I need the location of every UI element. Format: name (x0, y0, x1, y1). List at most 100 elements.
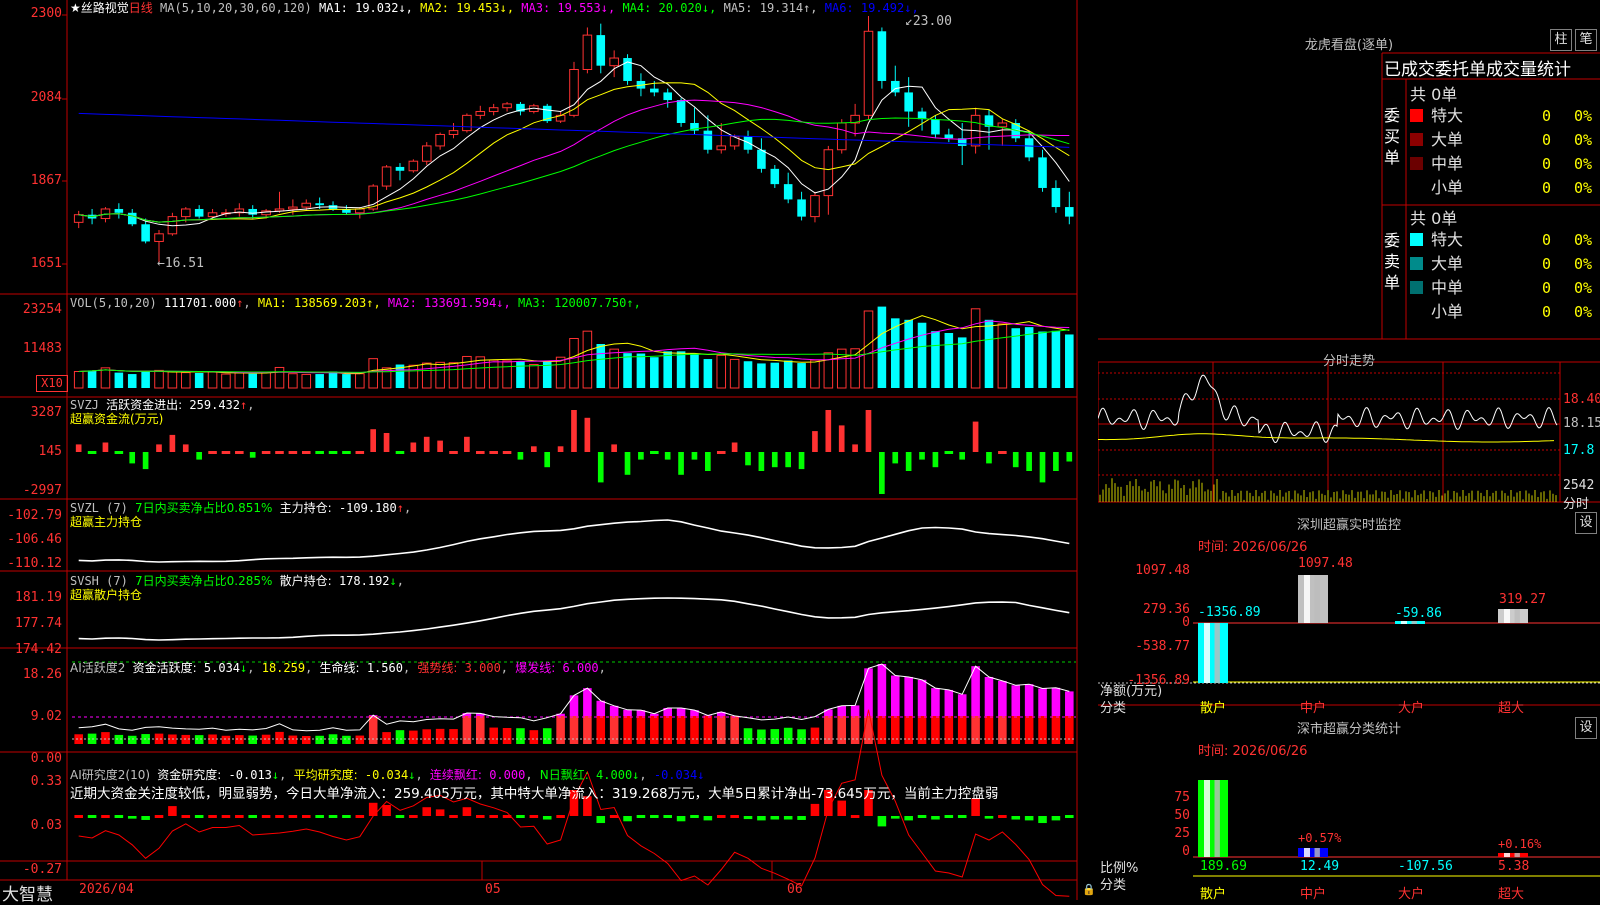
svzj-tick: -2997 (0, 483, 62, 498)
order-count: 0 (1542, 300, 1551, 324)
lhb-tabs[interactable]: 已成交委托单成交量统计 (1384, 55, 1571, 80)
order-row: 大单00% (1410, 252, 1463, 276)
ai1-bar (396, 730, 405, 744)
ai2-bar (797, 816, 806, 820)
order-pct: 0% (1574, 104, 1592, 128)
ai1-bar (637, 716, 646, 744)
candle (851, 104, 860, 136)
ai1-bar (1052, 688, 1061, 716)
ai1-bar (543, 728, 552, 744)
candle (784, 173, 793, 204)
ai1-bar (516, 728, 525, 744)
bar-highlight (1304, 575, 1310, 623)
candle-body (1025, 138, 1034, 157)
bar-highlight (1401, 621, 1407, 624)
sz-monitor-tick: 1097.48 (1098, 563, 1190, 578)
ai2-bar (262, 815, 271, 818)
svzj-bar (772, 452, 778, 467)
svzj-bar (384, 433, 390, 452)
svzj-bar (315, 451, 324, 454)
high-price-label: ↙23.00 (905, 14, 952, 29)
candle (516, 102, 525, 115)
candle-body (302, 203, 311, 207)
ai2-v4: 4.000 (596, 768, 632, 782)
ai2-bar (530, 815, 539, 818)
ai2-v3: 0.000 (489, 768, 525, 782)
period-label[interactable]: 日线 (129, 1, 153, 15)
ai2-bar (1011, 816, 1020, 820)
candle-body (1065, 207, 1074, 217)
order-type-label: 大单 (1431, 130, 1463, 149)
candle-body (650, 89, 659, 93)
candle-body (409, 161, 418, 171)
candle-body (757, 150, 766, 169)
sz-class-pct: +0.16% (1498, 837, 1541, 851)
candle (677, 98, 686, 127)
volume-bar (1065, 334, 1074, 388)
candle (690, 108, 699, 135)
kline-chart-area[interactable]: ★丝路视觉日线 MA(5,10,20,30,60,120) MA1: 19.03… (0, 0, 1098, 900)
sz-monitor-bar (1498, 609, 1528, 623)
order-type-label: 中单 (1431, 278, 1463, 297)
sz-monitor-title: 深圳超赢实时监控 (1098, 514, 1600, 533)
color-swatch (1410, 181, 1423, 194)
svzj-bar (250, 452, 256, 458)
svzj-subtitle: 超赢资金流(万元) (70, 412, 163, 426)
bar-highlight (1504, 609, 1510, 623)
ai2-bar (945, 815, 954, 818)
ai1-tick: 9.02 (0, 709, 62, 724)
order-type-label: 特大 (1431, 106, 1463, 125)
ai1-bar (690, 716, 699, 744)
sz-class-settings-button[interactable]: 设 (1575, 717, 1597, 739)
order-count: 0 (1542, 104, 1551, 128)
candle-body (837, 123, 846, 150)
order-row: 大单00% (1410, 128, 1463, 152)
lock-icon[interactable]: 🔒 (1082, 883, 1096, 896)
order-row: 特大00% (1410, 104, 1463, 128)
color-swatch (1410, 257, 1423, 270)
candle (757, 138, 766, 172)
tick-mode-button[interactable]: 笔 (1575, 29, 1597, 51)
volume-bar (610, 349, 619, 388)
volume-bar (623, 353, 632, 388)
fenshi-grid (1098, 362, 1560, 502)
buy-rows: 特大00%大单00%中单00%小单00% (1382, 104, 1600, 200)
svzj-bar (933, 452, 939, 467)
svsh-tick: 174.42 (0, 642, 62, 657)
ai2-bar (596, 816, 605, 823)
ai2-bar (878, 816, 887, 826)
volume-bar (744, 361, 753, 388)
svzj-bar (115, 451, 124, 454)
candle-body (931, 119, 940, 134)
ai2-bar (101, 815, 110, 818)
ma-params: MA(5,10,20,30,60,120) (160, 1, 312, 15)
kline-chart-svg[interactable] (0, 0, 1098, 900)
svzj-bar (396, 451, 405, 454)
vol-unit-label[interactable]: X10 (36, 375, 68, 392)
ai1-bar (757, 730, 766, 744)
ai2-bar (329, 815, 338, 818)
buy-total: 共 0单 (1410, 81, 1457, 105)
ai1-bar (570, 695, 579, 716)
svzj-bar (839, 425, 845, 452)
svzj-bar (518, 452, 524, 460)
svzj-bar (1066, 452, 1072, 462)
candle (168, 213, 177, 236)
ai2-bar (690, 815, 699, 818)
ai1-bar (998, 681, 1007, 716)
sz-monitor-settings-button[interactable]: 设 (1575, 512, 1597, 534)
svzj-bar (503, 451, 512, 454)
svzj-bar (489, 451, 498, 454)
bar-mode-button[interactable]: 柱 (1550, 29, 1572, 51)
vol-tick: 23254 (0, 302, 62, 317)
ai2-bar (998, 815, 1007, 818)
ai1-bar (275, 732, 284, 744)
candle-body (449, 131, 458, 135)
svzj-bar (129, 452, 135, 463)
ai1-bar (1025, 716, 1034, 744)
ai1-bar (369, 716, 378, 744)
sz-class-bar (1498, 853, 1528, 857)
ai1-bar (503, 728, 512, 744)
svzj-label: 活跃资金进出: (106, 398, 182, 412)
volume-bar (248, 374, 257, 388)
